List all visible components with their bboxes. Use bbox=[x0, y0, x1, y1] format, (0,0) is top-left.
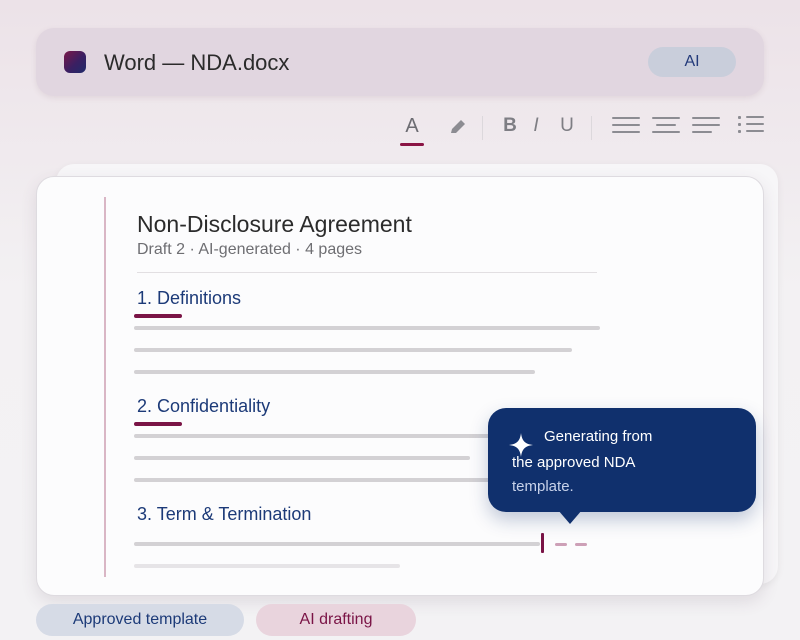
text-line-placeholder bbox=[134, 478, 514, 482]
align-right-button[interactable] bbox=[692, 110, 720, 142]
highlight-button[interactable] bbox=[446, 110, 470, 142]
text-cursor bbox=[541, 533, 544, 553]
font-color-swatch bbox=[400, 143, 424, 146]
section-heading: 1. Definitions bbox=[137, 288, 242, 308]
title-divider bbox=[137, 272, 597, 273]
text-line-placeholder bbox=[134, 370, 535, 374]
tooltip-pointer bbox=[558, 510, 582, 524]
heading-underline bbox=[134, 314, 182, 318]
formatting-toolbar: A B I U bbox=[0, 110, 800, 146]
bullet-list-button[interactable] bbox=[738, 110, 766, 142]
text-line-placeholder bbox=[134, 564, 400, 568]
section-heading: 2. Confidentiality bbox=[137, 396, 271, 416]
italic-button[interactable]: I bbox=[527, 110, 545, 142]
tooltip-text-line: template. bbox=[512, 478, 574, 495]
font-color-label: A bbox=[405, 115, 419, 137]
tooltip-text-line: Generating from bbox=[544, 428, 653, 445]
underline-button[interactable]: U bbox=[557, 110, 577, 142]
ai-generation-tooltip: Generating from the approved NDA templat… bbox=[488, 408, 756, 524]
pending-text-dash bbox=[575, 543, 587, 546]
pending-text-dash bbox=[555, 543, 567, 546]
ai-button[interactable]: AI bbox=[648, 47, 736, 77]
document-page[interactable]: Non-Disclosure Agreement Draft 2 · AI-ge… bbox=[36, 176, 764, 596]
section-heading: 3. Term & Termination bbox=[137, 504, 312, 524]
text-line-placeholder bbox=[134, 456, 470, 460]
toolbar-divider bbox=[591, 116, 592, 140]
pencil-icon bbox=[451, 120, 465, 133]
document-subtitle: Draft 2 · AI-generated · 4 pages bbox=[137, 241, 363, 258]
align-center-button[interactable] bbox=[652, 110, 680, 142]
text-line-placeholder bbox=[134, 542, 540, 546]
approved-template-chip[interactable]: Approved template bbox=[36, 604, 244, 636]
text-line-placeholder bbox=[134, 434, 514, 438]
margin-line bbox=[104, 197, 106, 577]
app-icon bbox=[64, 51, 86, 73]
text-line-placeholder bbox=[134, 348, 572, 352]
ai-drafting-chip[interactable]: AI drafting bbox=[256, 604, 416, 636]
window-title: Word — NDA.docx bbox=[104, 50, 290, 75]
text-line-placeholder bbox=[134, 326, 600, 330]
document-title: Non-Disclosure Agreement bbox=[137, 211, 412, 237]
font-color-button[interactable]: A bbox=[400, 110, 424, 146]
heading-underline bbox=[134, 422, 182, 426]
align-left-button[interactable] bbox=[612, 110, 640, 142]
bold-button[interactable]: B bbox=[500, 110, 520, 142]
toolbar-divider bbox=[482, 116, 483, 140]
title-bar: Word — NDA.docx AI bbox=[36, 28, 764, 96]
tooltip-text-line: the approved NDA bbox=[512, 454, 636, 471]
